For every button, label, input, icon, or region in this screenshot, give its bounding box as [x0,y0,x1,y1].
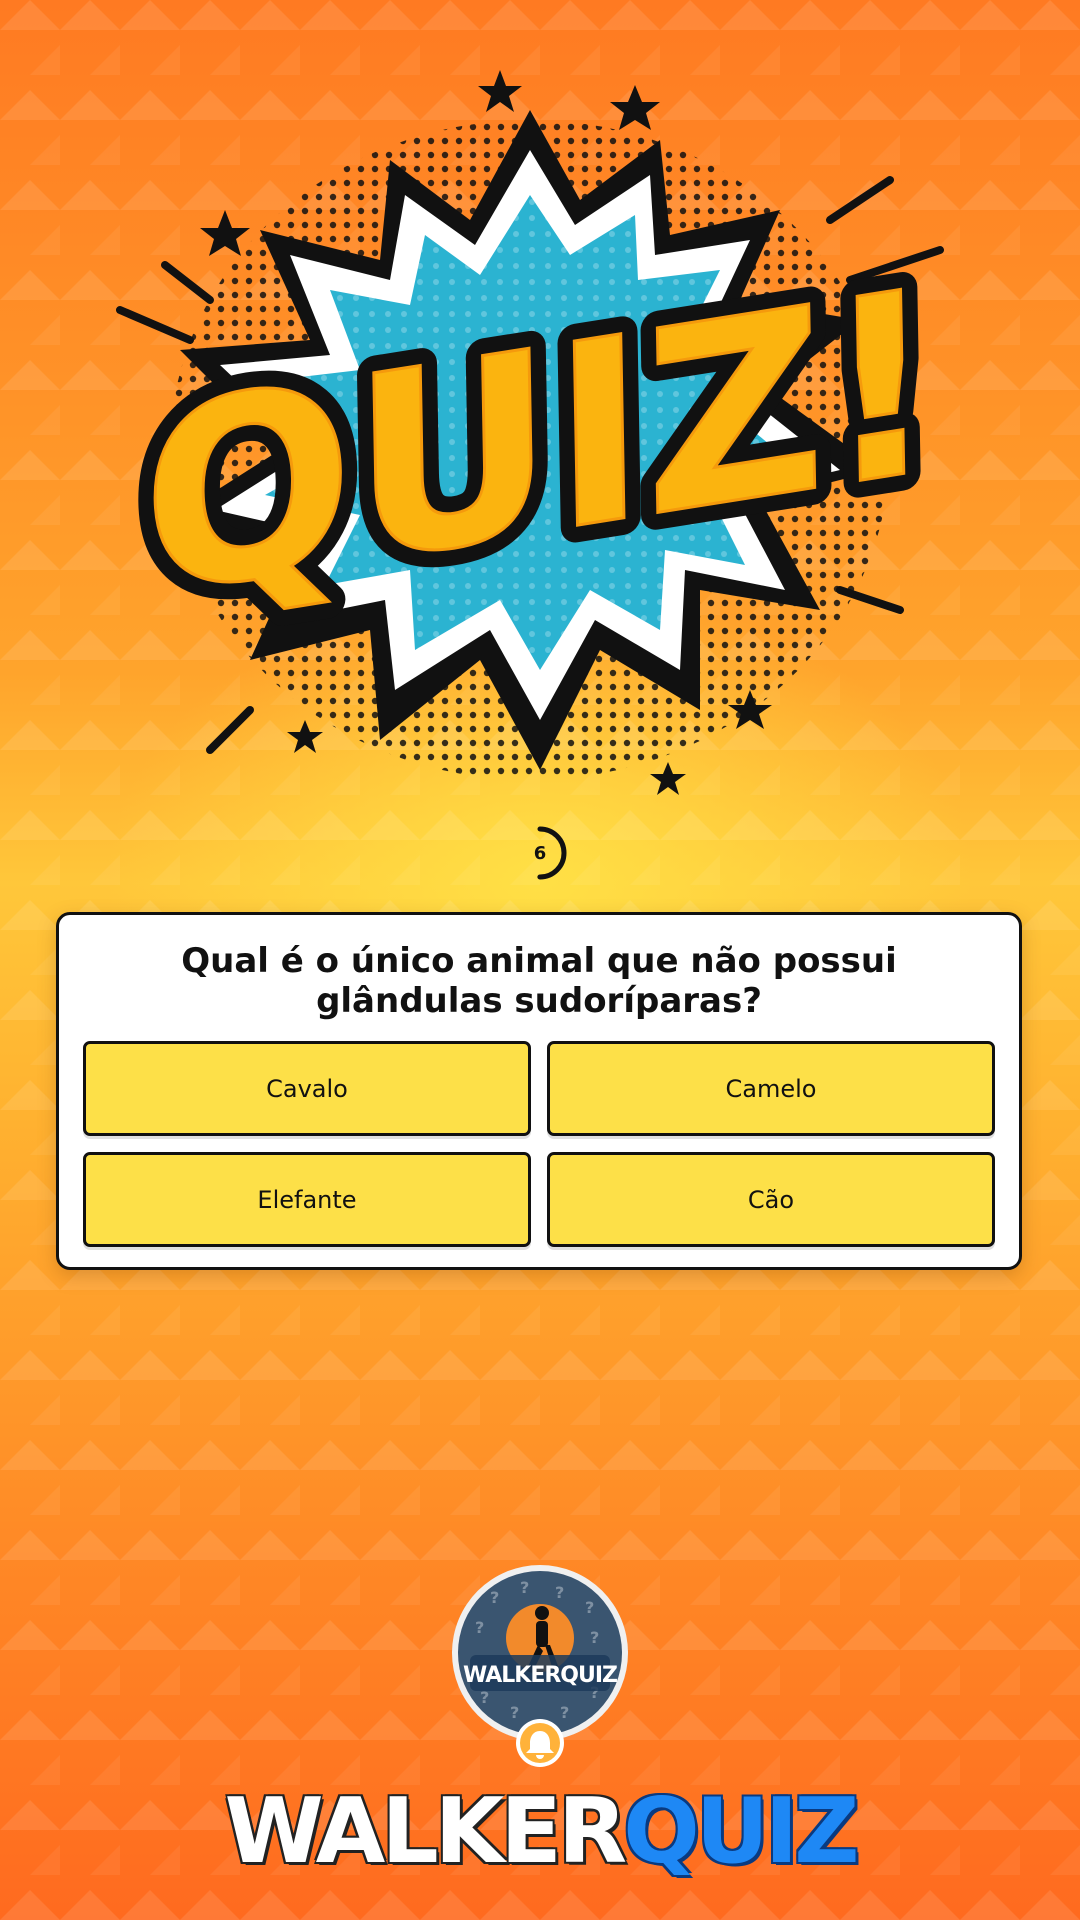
avatar-brand-text: WALKERQUIZ [463,1663,617,1688]
brand-wordmark: WALKERQUIZ [0,1782,1080,1882]
channel-avatar[interactable]: ???? ???? ?? WALKERQUIZ [450,1563,630,1773]
timer-value: 6 [533,842,547,864]
svg-text:?: ? [520,1578,529,1597]
quiz-logo: QUIZ! QUIZ! [116,70,956,795]
answer-grid: Cavalo Camelo Elefante Cão [83,1041,995,1247]
brand-part-quiz: QUIZ [623,1779,859,1884]
svg-text:?: ? [585,1598,594,1617]
answer-button-1[interactable]: Cavalo [83,1041,531,1136]
question-card: Qual é o único animal que não possui glâ… [56,912,1022,1270]
answer-button-3[interactable]: Elefante [83,1152,531,1247]
svg-text:?: ? [510,1703,519,1722]
svg-text:?: ? [560,1703,569,1722]
answer-button-4[interactable]: Cão [547,1152,995,1247]
svg-text:?: ? [590,1628,599,1647]
question-text: Qual é o único animal que não possui glâ… [181,941,897,1021]
svg-text:?: ? [475,1618,484,1637]
svg-text:?: ? [490,1588,499,1607]
svg-text:?: ? [555,1583,564,1602]
answer-button-2[interactable]: Camelo [547,1041,995,1136]
countdown-timer: 6 [509,822,571,884]
brand-part-walker: WALKER [224,1779,627,1884]
